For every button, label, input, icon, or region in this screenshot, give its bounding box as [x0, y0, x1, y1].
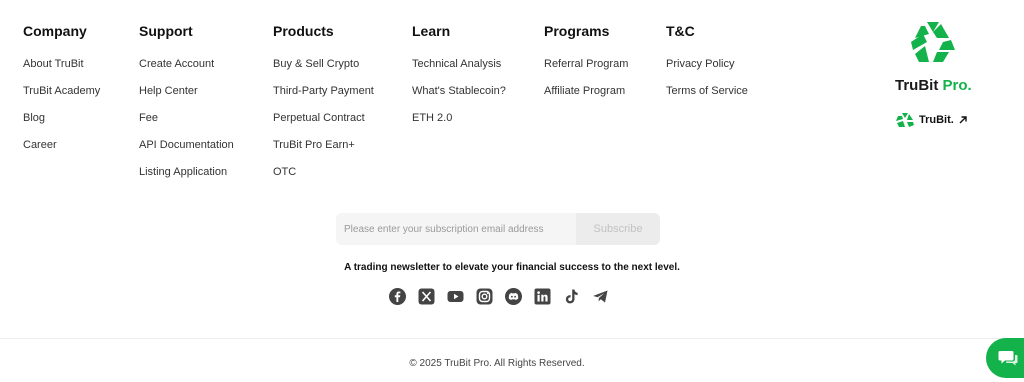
chat-button[interactable]: [986, 338, 1024, 378]
column-title: Programs: [544, 23, 610, 39]
footer-column-company: Company About TruBit TruBit Academy Blog…: [23, 22, 100, 165]
footer-link-create-account[interactable]: Create Account: [139, 57, 234, 84]
column-title: T&C: [666, 23, 695, 39]
tiktok-icon[interactable]: [563, 288, 580, 305]
telegram-icon[interactable]: [592, 288, 609, 305]
footer-link-career[interactable]: Career: [23, 138, 100, 165]
footer-link-referral-program[interactable]: Referral Program: [544, 57, 628, 84]
instagram-icon[interactable]: [476, 288, 493, 305]
footer-link-affiliate-program[interactable]: Affiliate Program: [544, 84, 628, 111]
column-title: Learn: [412, 23, 451, 39]
column-title: Support: [139, 23, 193, 39]
x-icon[interactable]: [418, 288, 435, 305]
footer-column-tc: T&C Privacy Policy Terms of Service: [666, 22, 748, 111]
footer-link-help-center[interactable]: Help Center: [139, 84, 234, 111]
footer-link-privacy-policy[interactable]: Privacy Policy: [666, 57, 748, 84]
footer-link-third-party-payment[interactable]: Third-Party Payment: [273, 84, 374, 111]
footer-link-trubit-pro-earn[interactable]: TruBit Pro Earn+: [273, 138, 374, 165]
brand-name-accent: Pro.: [942, 77, 972, 94]
footer-link-otc[interactable]: OTC: [273, 165, 374, 192]
footer-link-whats-stablecoin[interactable]: What's Stablecoin?: [412, 84, 506, 111]
footer-divider: [0, 338, 1024, 339]
footer-column-programs: Programs Referral Program Affiliate Prog…: [544, 22, 628, 111]
footer-link-listing-application[interactable]: Listing Application: [139, 165, 234, 192]
brand-name-main: TruBit: [895, 77, 939, 94]
trubit-logo-icon[interactable]: [909, 20, 957, 64]
column-title: Products: [273, 23, 334, 39]
youtube-icon[interactable]: [447, 288, 464, 305]
linkedin-icon[interactable]: [534, 288, 551, 305]
footer-link-perpetual-contract[interactable]: Perpetual Contract: [273, 111, 374, 138]
footer-link-eth-2[interactable]: ETH 2.0: [412, 111, 506, 138]
footer-link-terms-of-service[interactable]: Terms of Service: [666, 84, 748, 111]
trubit-link-label: TruBit.: [919, 114, 954, 126]
social-links: [389, 288, 609, 305]
newsletter-tagline: A trading newsletter to elevate your fin…: [344, 262, 680, 273]
trubit-small-logo-icon: [896, 113, 914, 127]
footer-link-api-documentation[interactable]: API Documentation: [139, 138, 234, 165]
chat-icon: [998, 351, 1018, 366]
footer-column-products: Products Buy & Sell Crypto Third-Party P…: [273, 22, 374, 192]
footer-link-technical-analysis[interactable]: Technical Analysis: [412, 57, 506, 84]
arrow-up-right-icon: [959, 116, 967, 124]
facebook-icon[interactable]: [389, 288, 406, 305]
footer-link-blog[interactable]: Blog: [23, 111, 100, 138]
footer-link-trubit-academy[interactable]: TruBit Academy: [23, 84, 100, 111]
copyright-text: © 2025 TruBit Pro. All Rights Reserved.: [409, 358, 585, 369]
brand-name: TruBit Pro.: [895, 77, 972, 94]
footer-column-learn: Learn Technical Analysis What's Stableco…: [412, 22, 506, 138]
discord-icon[interactable]: [505, 288, 522, 305]
footer-link-buy-sell-crypto[interactable]: Buy & Sell Crypto: [273, 57, 374, 84]
subscribe-button[interactable]: Subscribe: [576, 213, 660, 245]
trubit-external-link[interactable]: TruBit.: [895, 112, 968, 128]
newsletter-subscribe: Subscribe: [336, 213, 660, 245]
footer-link-about-trubit[interactable]: About TruBit: [23, 57, 100, 84]
subscribe-email-input[interactable]: [336, 213, 576, 245]
footer-column-support: Support Create Account Help Center Fee A…: [139, 22, 234, 192]
column-title: Company: [23, 23, 87, 39]
footer-link-fee[interactable]: Fee: [139, 111, 234, 138]
